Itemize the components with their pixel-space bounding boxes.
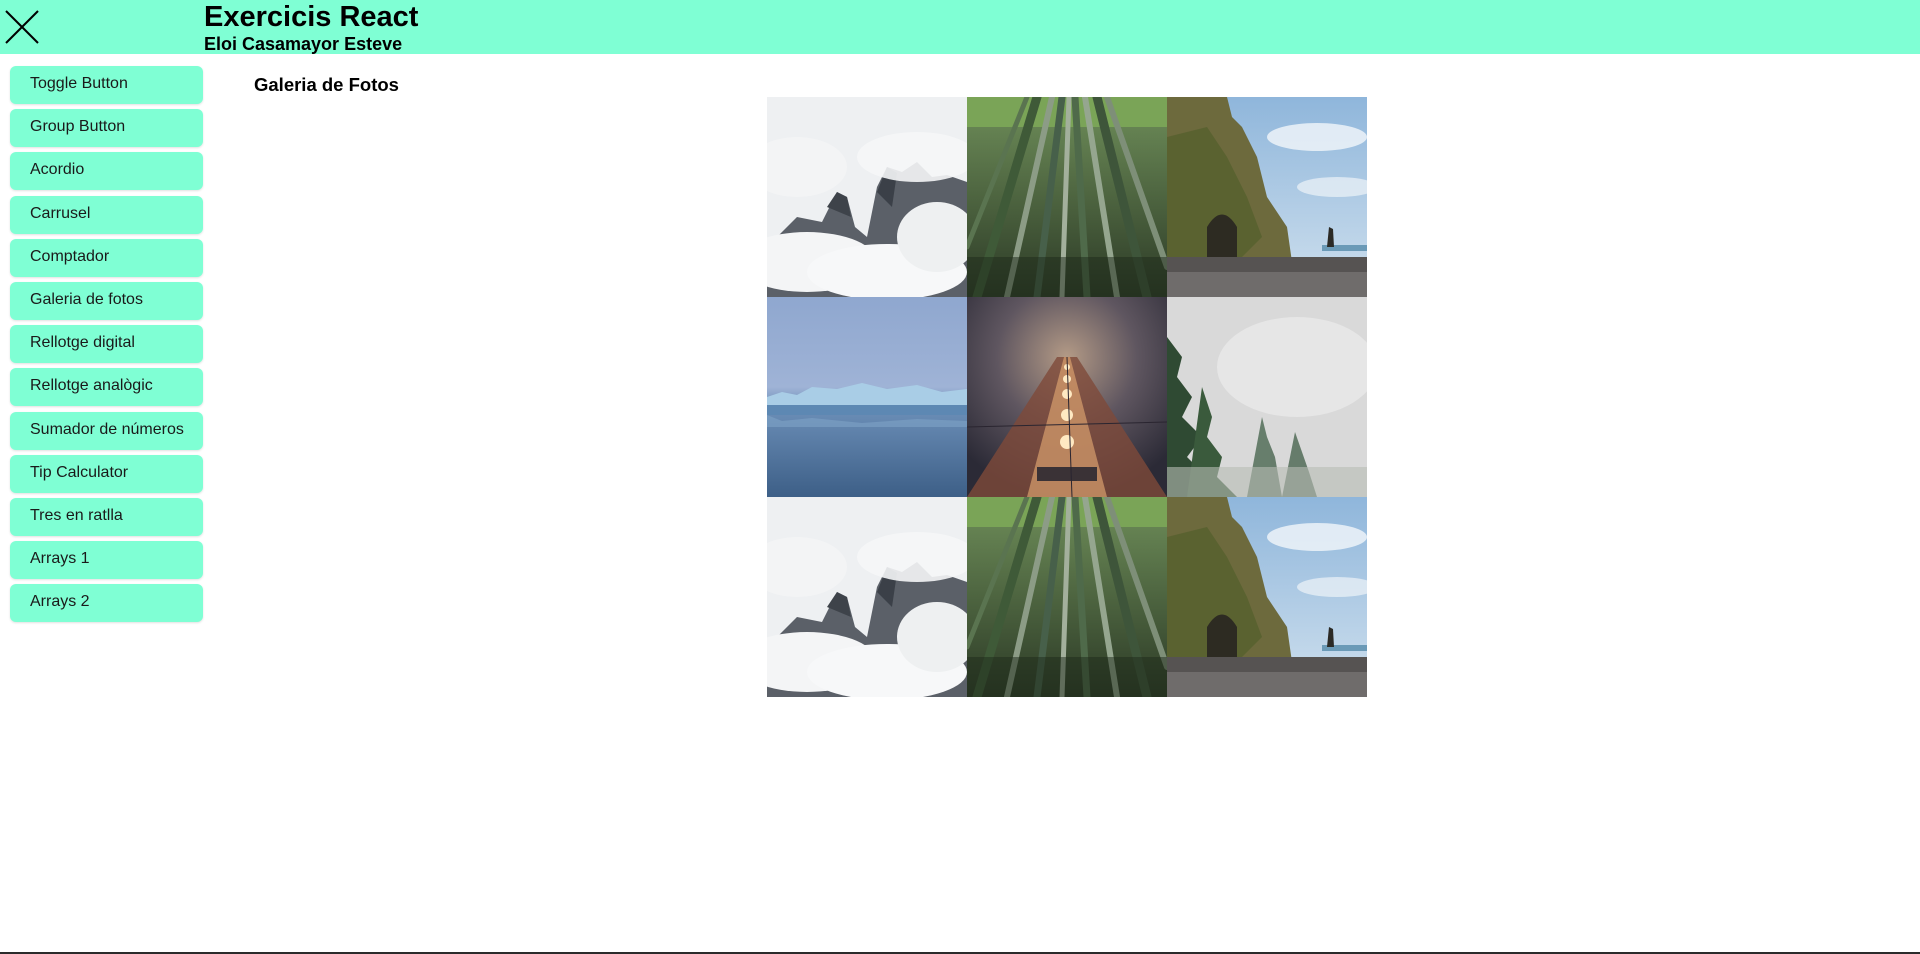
gallery-photo-glacier-lake[interactable]: [767, 297, 967, 497]
close-icon[interactable]: [4, 9, 40, 45]
app-subtitle: Eloi Casamayor Esteve: [204, 34, 403, 54]
sidebar-item-arrays-1[interactable]: Arrays 1: [10, 541, 203, 580]
photo-gallery: [767, 97, 1367, 697]
page-title: Galeria de Fotos: [254, 74, 399, 95]
sidebar-item-carrusel[interactable]: Carrusel: [10, 195, 203, 234]
sidebar-item-acordio[interactable]: Acordio: [10, 152, 203, 191]
sidebar-item-sumador-de-numeros[interactable]: Sumador de números: [10, 411, 203, 450]
sidebar-item-group-button[interactable]: Group Button: [10, 109, 203, 148]
sidebar-nav: Toggle Button Group Button Acordio Carru…: [10, 66, 203, 627]
sidebar-item-tip-calculator[interactable]: Tip Calculator: [10, 454, 203, 493]
sidebar-item-galeria-de-fotos[interactable]: Galeria de fotos: [10, 281, 203, 320]
sidebar-item-arrays-2[interactable]: Arrays 2: [10, 584, 203, 623]
gallery-photo-bamboo-forest[interactable]: [967, 497, 1167, 697]
app-header: Exercicis React Eloi Casamayor Esteve: [0, 0, 1920, 54]
sidebar-item-rellotge-digital[interactable]: Rellotge digital: [10, 325, 203, 364]
sidebar-item-rellotge-analogic[interactable]: Rellotge analògic: [10, 368, 203, 407]
sidebar-item-comptador[interactable]: Comptador: [10, 238, 203, 277]
gallery-photo-sea-cliff[interactable]: [1167, 97, 1367, 297]
gallery-photo-misty-pine-forest[interactable]: [1167, 297, 1367, 497]
gallery-photo-foggy-railway-night[interactable]: [967, 297, 1167, 497]
gallery-photo-misty-mountains[interactable]: [767, 497, 967, 697]
sidebar-item-tres-en-ratlla[interactable]: Tres en ratlla: [10, 497, 203, 536]
app-title: Exercicis React: [204, 1, 419, 33]
gallery-photo-sea-cliff[interactable]: [1167, 497, 1367, 697]
header-titles: Exercicis React Eloi Casamayor Esteve: [204, 0, 418, 54]
gallery-photo-bamboo-forest[interactable]: [967, 97, 1167, 297]
gallery-photo-misty-mountains[interactable]: [767, 97, 967, 297]
sidebar-item-toggle-button[interactable]: Toggle Button: [10, 66, 203, 104]
